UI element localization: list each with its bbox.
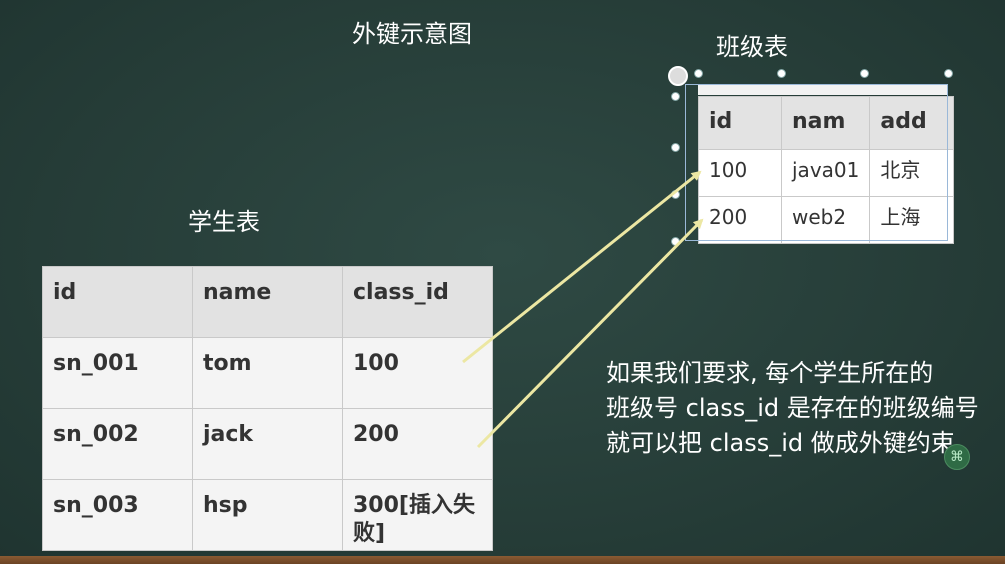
note-text: 如果我们要求, 每个学生所在的 班级号 class_id 是存在的班级编号 就可…: [606, 356, 979, 461]
note-line: 就可以把 class_id 做成外键约束: [606, 429, 955, 457]
foreign-key-arrows: [462, 170, 704, 449]
board-frame: [0, 556, 1005, 564]
note-line: 班级号 class_id 是存在的班级编号: [606, 394, 979, 422]
note-line: 如果我们要求, 每个学生所在的: [606, 359, 934, 387]
arrow-100: [462, 170, 702, 364]
network-icon[interactable]: ⌘: [944, 444, 970, 470]
